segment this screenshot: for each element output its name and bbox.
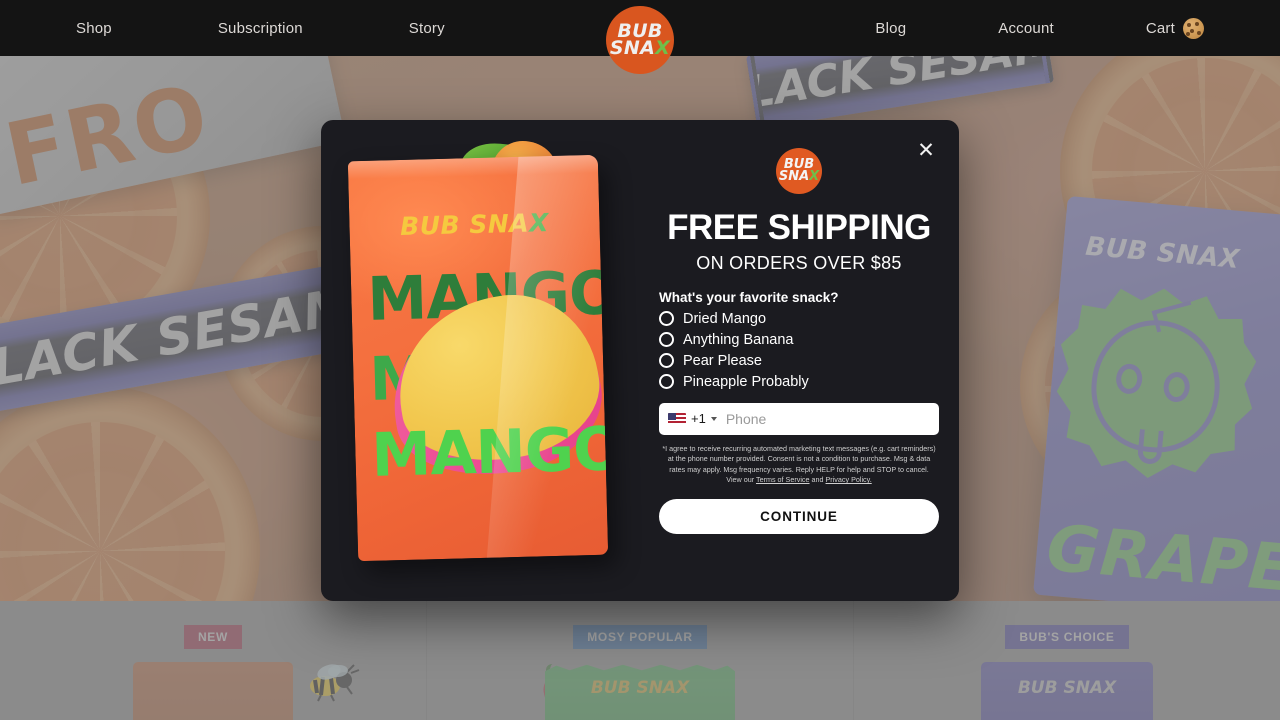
radio-label: Dried Mango — [683, 310, 767, 327]
free-shipping-modal: ✕ BUB SNAX MANGO M MANGO BUB SNAX — [321, 120, 959, 601]
radio-pineapple-probably[interactable]: Pineapple Probably — [659, 374, 939, 390]
phone-input[interactable] — [721, 410, 930, 427]
consent-fineprint: *I agree to receive recurring automated … — [659, 444, 939, 486]
modal-artwork: BUB SNAX MANGO M MANGO — [321, 120, 639, 601]
question-label: What's your favorite snack? — [659, 289, 839, 305]
consent-text-between: and — [809, 475, 826, 485]
radio-pear-please[interactable]: Pear Please — [659, 353, 939, 369]
radio-label: Pear Please — [683, 352, 762, 369]
modal-logo-line2: SNAX — [778, 169, 820, 184]
signup-form: BUB SNAX FREE SHIPPING ON ORDERS OVER $8… — [639, 120, 959, 601]
radio-indicator — [659, 311, 674, 327]
mango-pouch: BUB SNAX MANGO M MANGO — [347, 154, 609, 562]
modal-logo: BUB SNAX — [776, 148, 822, 194]
us-flag-icon — [668, 412, 686, 425]
modal-subtitle: ON ORDERS OVER $85 — [696, 252, 902, 273]
radio-label: Pineapple Probably — [683, 373, 809, 390]
terms-of-service-link[interactable]: Terms of Service — [756, 475, 810, 484]
radio-anything-banana[interactable]: Anything Banana — [659, 332, 939, 348]
country-code-label: +1 — [691, 411, 706, 427]
radio-indicator — [659, 353, 674, 369]
chevron-down-icon[interactable] — [710, 416, 717, 421]
page-title: FREE SHIPPING — [667, 208, 931, 247]
radio-label: Anything Banana — [683, 331, 794, 348]
radio-dried-mango[interactable]: Dried Mango — [659, 311, 939, 327]
continue-button[interactable]: CONTINUE — [659, 498, 939, 534]
radio-indicator — [659, 332, 674, 348]
radio-indicator — [659, 374, 674, 390]
phone-field[interactable]: +1 — [659, 402, 939, 435]
app-root: FRO BLACK SESAME BLACK SESAME BUB SNAX G… — [0, 0, 1280, 720]
privacy-policy-link[interactable]: Privacy Policy. — [826, 475, 872, 484]
